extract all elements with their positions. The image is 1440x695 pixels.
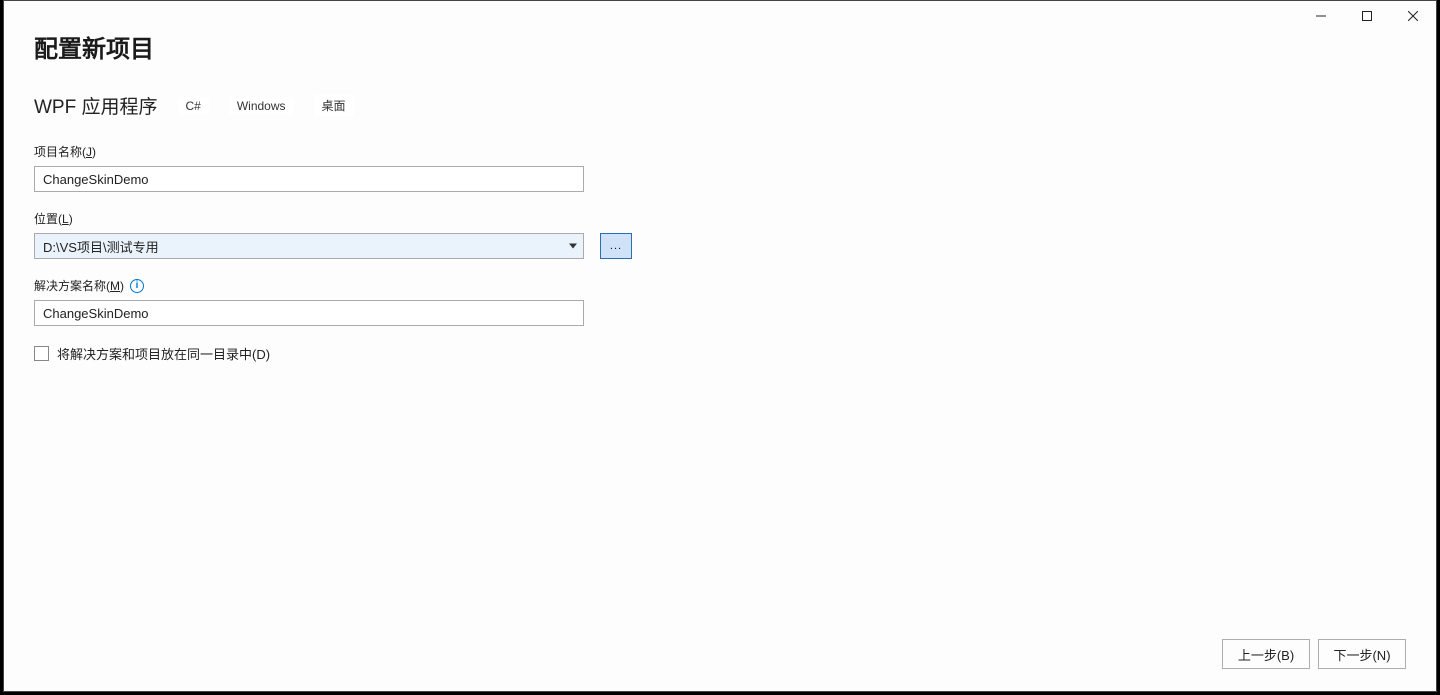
back-label-post: )	[1290, 648, 1294, 663]
content-area: 配置新项目 WPF 应用程序 C# Windows 桌面 项目名称(J) 位置(…	[34, 29, 1406, 631]
footer: 上一步(B) 下一步(N)	[1222, 639, 1406, 669]
next-label-pre: 下一步(	[1333, 648, 1376, 663]
maximize-icon	[1362, 11, 1372, 21]
chevron-down-icon	[569, 244, 577, 249]
project-name-label: 项目名称(J)	[34, 143, 1406, 160]
close-icon	[1408, 11, 1418, 21]
label-accel: D	[256, 347, 265, 362]
next-label-post: )	[1386, 648, 1390, 663]
back-button[interactable]: 上一步(B)	[1222, 639, 1310, 669]
project-name-input[interactable]	[34, 166, 584, 192]
maximize-button[interactable]	[1344, 1, 1390, 31]
titlebar	[1298, 1, 1436, 31]
location-label: 位置(L)	[34, 210, 1406, 227]
minimize-button[interactable]	[1298, 1, 1344, 31]
next-accel: N	[1377, 648, 1386, 663]
same-directory-row: 将解决方案和项目放在同一目录中(D)	[34, 344, 1406, 363]
label-text: 解决方案名称(	[34, 279, 110, 293]
back-label-pre: 上一步(	[1238, 648, 1281, 663]
label-text: 项目名称(	[34, 145, 86, 159]
tag-platform: Windows	[229, 97, 294, 115]
tag-language: C#	[178, 97, 209, 115]
minimize-icon	[1316, 11, 1326, 21]
solution-name-input[interactable]	[34, 300, 584, 326]
template-name: WPF 应用程序	[34, 92, 158, 119]
browse-label: ...	[610, 240, 622, 252]
label-accel: L	[62, 212, 69, 226]
back-accel: B	[1281, 648, 1290, 663]
project-name-field: 项目名称(J)	[34, 143, 1406, 192]
label-text: 位置(	[34, 212, 62, 226]
tag-type: 桌面	[314, 95, 354, 116]
label-text-end: )	[266, 347, 270, 362]
label-text-end: )	[69, 212, 73, 226]
label-text-end: )	[92, 145, 96, 159]
same-directory-checkbox[interactable]	[34, 346, 49, 361]
label-text-end: )	[120, 279, 124, 293]
solution-name-label: 解决方案名称(M) i	[34, 277, 1406, 294]
page-title: 配置新项目	[34, 29, 1406, 64]
next-button[interactable]: 下一步(N)	[1318, 639, 1406, 669]
label-accel: M	[110, 279, 120, 293]
close-button[interactable]	[1390, 1, 1436, 31]
dialog-window: 配置新项目 WPF 应用程序 C# Windows 桌面 项目名称(J) 位置(…	[3, 0, 1437, 692]
solution-name-field: 解决方案名称(M) i	[34, 277, 1406, 326]
location-value: D:\VS项目\测试专用	[43, 237, 159, 256]
browse-button[interactable]: ...	[600, 233, 632, 259]
info-icon[interactable]: i	[130, 279, 144, 293]
label-text: 将解决方案和项目放在同一目录中(	[57, 347, 256, 362]
same-directory-label: 将解决方案和项目放在同一目录中(D)	[57, 344, 270, 363]
location-combobox[interactable]: D:\VS项目\测试专用	[34, 233, 584, 259]
template-row: WPF 应用程序 C# Windows 桌面	[34, 92, 1406, 119]
location-field: 位置(L) D:\VS项目\测试专用 ...	[34, 210, 1406, 259]
